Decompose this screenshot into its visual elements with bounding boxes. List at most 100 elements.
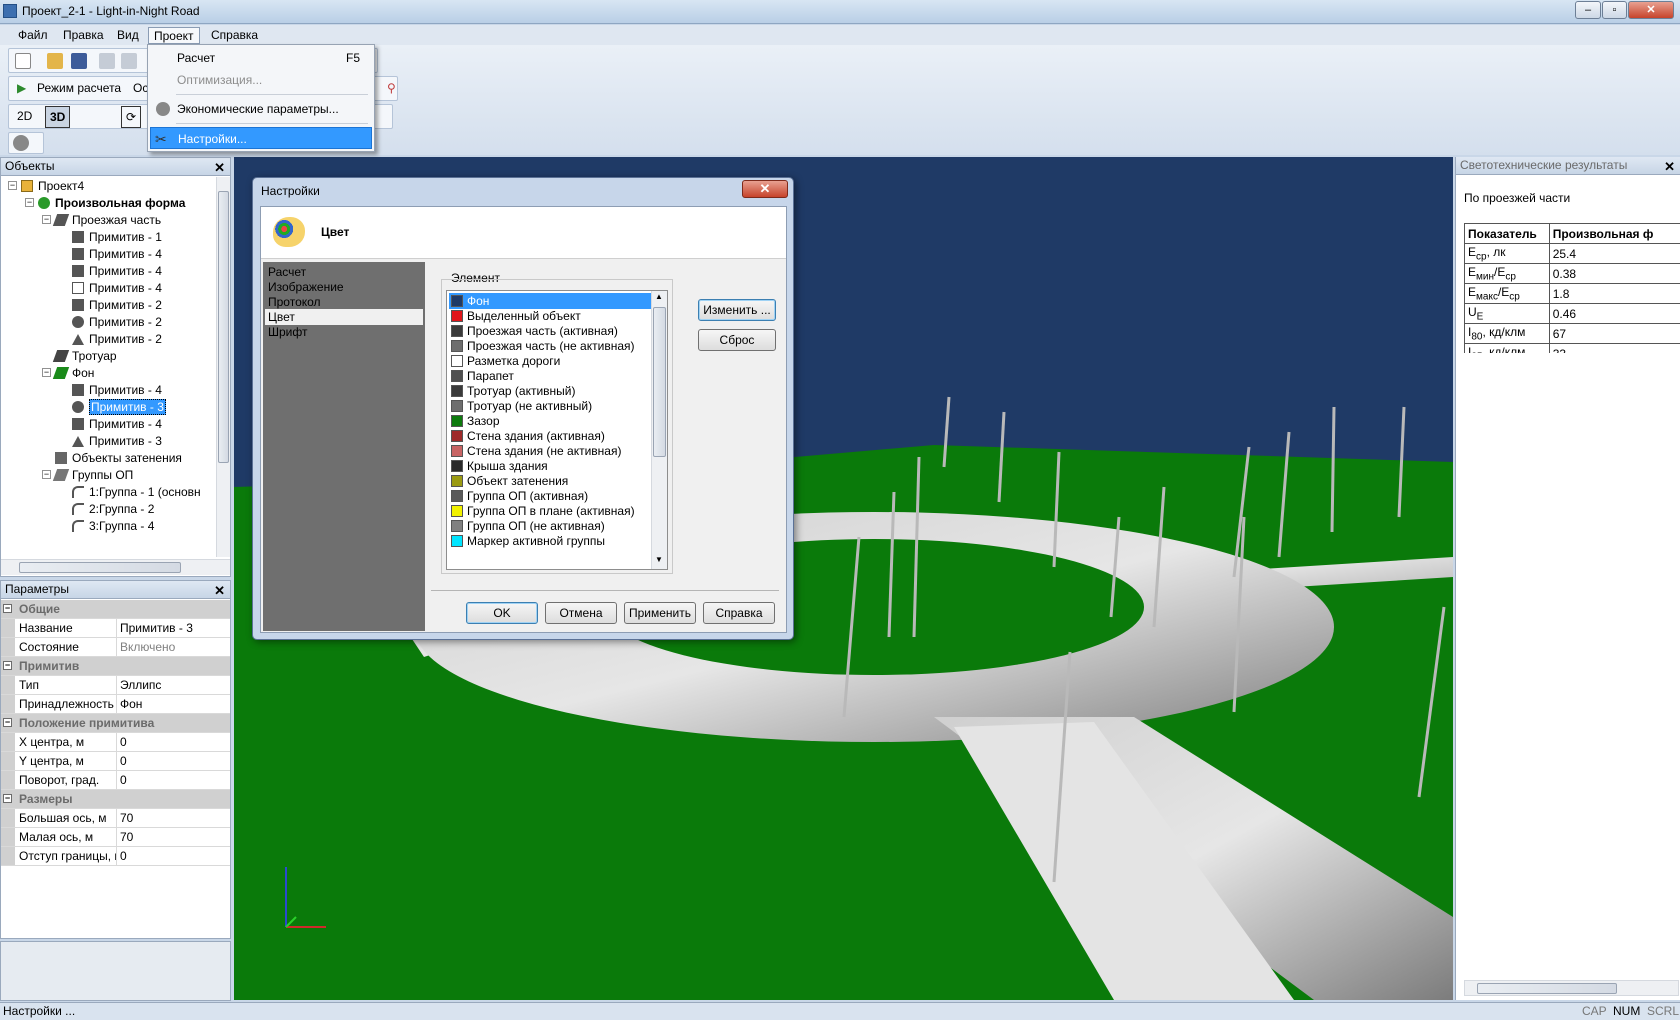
element-list-item[interactable]: Группа ОП (активная) (449, 488, 651, 504)
rotate-icon[interactable]: ⟳ (121, 106, 142, 128)
tree-vertical-scrollbar[interactable] (216, 177, 230, 557)
ok-button[interactable]: OK (466, 602, 538, 624)
property-value[interactable]: Фон (120, 695, 142, 713)
property-row[interactable]: Большая ось, м 70 (1, 809, 230, 828)
calc-mode-button[interactable]: Режим расчета (33, 78, 125, 100)
property-row[interactable]: Малая ось, м 70 (1, 828, 230, 847)
property-value[interactable]: 0 (120, 771, 127, 789)
element-list-item[interactable]: Выделенный объект (449, 308, 651, 324)
property-value[interactable]: Эллипс (120, 676, 161, 694)
element-list-item[interactable]: Тротуар (не активный) (449, 398, 651, 414)
menu-help[interactable]: Справка (206, 27, 263, 44)
menu-project[interactable]: Проект (148, 27, 200, 44)
tree-node[interactable]: − Фон (42, 364, 94, 382)
element-list-item[interactable]: Зазор (449, 413, 651, 429)
tree-node[interactable]: − Проезжая часть (42, 211, 161, 229)
cancel-button[interactable]: Отмена (545, 602, 617, 624)
maximize-button[interactable]: ▫ (1602, 1, 1627, 19)
element-list-item[interactable]: Крыша здания (449, 458, 651, 474)
save-icon[interactable] (71, 53, 87, 69)
property-value[interactable]: 0 (120, 847, 127, 865)
scroll-down-icon[interactable]: ▼ (655, 555, 663, 564)
collapse-icon[interactable]: − (3, 661, 12, 670)
tree-node[interactable]: Объекты затенения (55, 449, 182, 467)
tree-node[interactable]: − Произвольная форма (25, 194, 185, 212)
open-folder-icon[interactable] (47, 53, 63, 69)
element-list-item[interactable]: Парапет (449, 368, 651, 384)
settings-category[interactable]: Протокол (265, 294, 423, 310)
tree-node[interactable]: Примитив - 2 (72, 313, 162, 331)
minimize-button[interactable]: – (1575, 1, 1601, 19)
help-button[interactable]: Справка (703, 602, 775, 624)
close-window-button[interactable]: ✕ (1628, 1, 1674, 19)
property-category[interactable]: − Примитив (1, 657, 230, 676)
zoom-icon[interactable] (121, 53, 137, 69)
property-value[interactable]: Включено (120, 638, 175, 656)
settings-category[interactable]: Изображение (265, 279, 423, 295)
settings-category[interactable]: Цвет (265, 309, 423, 325)
property-row[interactable]: Название Примитив - 3 (1, 619, 230, 638)
element-list-item[interactable]: Проезжая часть (не активная) (449, 338, 651, 354)
property-value[interactable]: 0 (120, 733, 127, 751)
element-list-scrollbar[interactable]: ▲ ▼ (651, 291, 667, 569)
property-category[interactable]: − Размеры (1, 790, 230, 809)
tree-node[interactable]: 3:Группа - 4 (72, 517, 154, 535)
undo-icon[interactable] (99, 53, 115, 69)
tree-node[interactable]: Примитив - 3 (72, 432, 162, 450)
property-category[interactable]: − Общие (1, 600, 230, 619)
expander-icon[interactable]: − (25, 198, 34, 207)
element-list-item[interactable]: Группа ОП (не активная) (449, 518, 651, 534)
tree-node[interactable]: 2:Группа - 2 (72, 500, 154, 518)
settings-category[interactable]: Шрифт (265, 324, 423, 340)
tree-horizontal-scrollbar[interactable] (1, 559, 230, 575)
results-horizontal-scrollbar[interactable] (1464, 980, 1679, 996)
lamp-tool-icon[interactable]: ⚲ (387, 81, 396, 95)
element-list-item[interactable]: Фон (449, 293, 651, 309)
property-row[interactable]: X центра, м0 (1, 733, 230, 752)
menu-file[interactable]: Файл (13, 27, 53, 44)
tree-node[interactable]: Примитив - 2 (72, 330, 162, 348)
property-row[interactable]: Поворот, град. 0 (1, 771, 230, 790)
property-category[interactable]: − Положение примитива (1, 714, 230, 733)
property-row[interactable]: Отступ границы, м0 (1, 847, 230, 866)
menu-view[interactable]: Вид (112, 27, 144, 44)
element-list-item[interactable]: Объект затенения (449, 473, 651, 489)
element-list-item[interactable]: Группа ОП в плане (активная) (449, 503, 651, 519)
change-color-button[interactable]: Изменить ... (698, 299, 776, 321)
property-value[interactable]: Примитив - 3 (120, 619, 193, 637)
element-list-item[interactable]: Разметка дороги (449, 353, 651, 369)
collapse-icon[interactable]: − (3, 794, 12, 803)
property-row[interactable]: Состояние Включено (1, 638, 230, 657)
scroll-up-icon[interactable]: ▲ (655, 292, 663, 301)
tree-node[interactable]: Примитив - 1 (72, 228, 162, 246)
property-value[interactable]: 0 (120, 752, 127, 770)
property-row[interactable]: Тип Эллипс (1, 676, 230, 695)
settings-category[interactable]: Расчет (265, 264, 423, 280)
globe-icon[interactable] (13, 135, 29, 151)
scroll-thumb[interactable] (218, 191, 229, 463)
view-2d-button[interactable]: 2D (13, 106, 36, 128)
element-list-item[interactable]: Тротуар (активный) (449, 383, 651, 399)
element-list-item[interactable]: Маркер активной группы (449, 533, 651, 549)
close-icon[interactable]: ✕ (1664, 158, 1675, 175)
tree-node[interactable]: Примитив - 4 (72, 279, 162, 297)
scroll-thumb[interactable] (1477, 983, 1617, 994)
menu-item-optimization[interactable]: Оптимизация... (150, 69, 372, 91)
menu-item-settings[interactable]: ✂ Настройки... (150, 127, 372, 149)
scroll-thumb[interactable] (19, 562, 181, 573)
tree-node[interactable]: − Группы ОП (42, 466, 133, 484)
element-list-item[interactable]: Стена здания (активная) (449, 428, 651, 444)
element-list-item[interactable]: Стена здания (не активная) (449, 443, 651, 459)
element-list-item[interactable]: Проезжая часть (активная) (449, 323, 651, 339)
expander-icon[interactable]: − (42, 215, 51, 224)
property-value[interactable]: 70 (120, 828, 133, 846)
tree-node[interactable]: Примитив - 4 (72, 415, 162, 433)
close-icon[interactable]: ✕ (214, 159, 225, 176)
collapse-icon[interactable]: − (3, 718, 12, 727)
menu-edit[interactable]: Правка (58, 27, 109, 44)
property-row[interactable]: Y центра, м0 (1, 752, 230, 771)
close-icon[interactable]: ✕ (214, 582, 225, 599)
tree-node[interactable]: Примитив - 4 (72, 245, 162, 263)
tree-node[interactable]: Примитив - 2 (72, 296, 162, 314)
tree-node[interactable]: Примитив - 4 (72, 381, 162, 399)
